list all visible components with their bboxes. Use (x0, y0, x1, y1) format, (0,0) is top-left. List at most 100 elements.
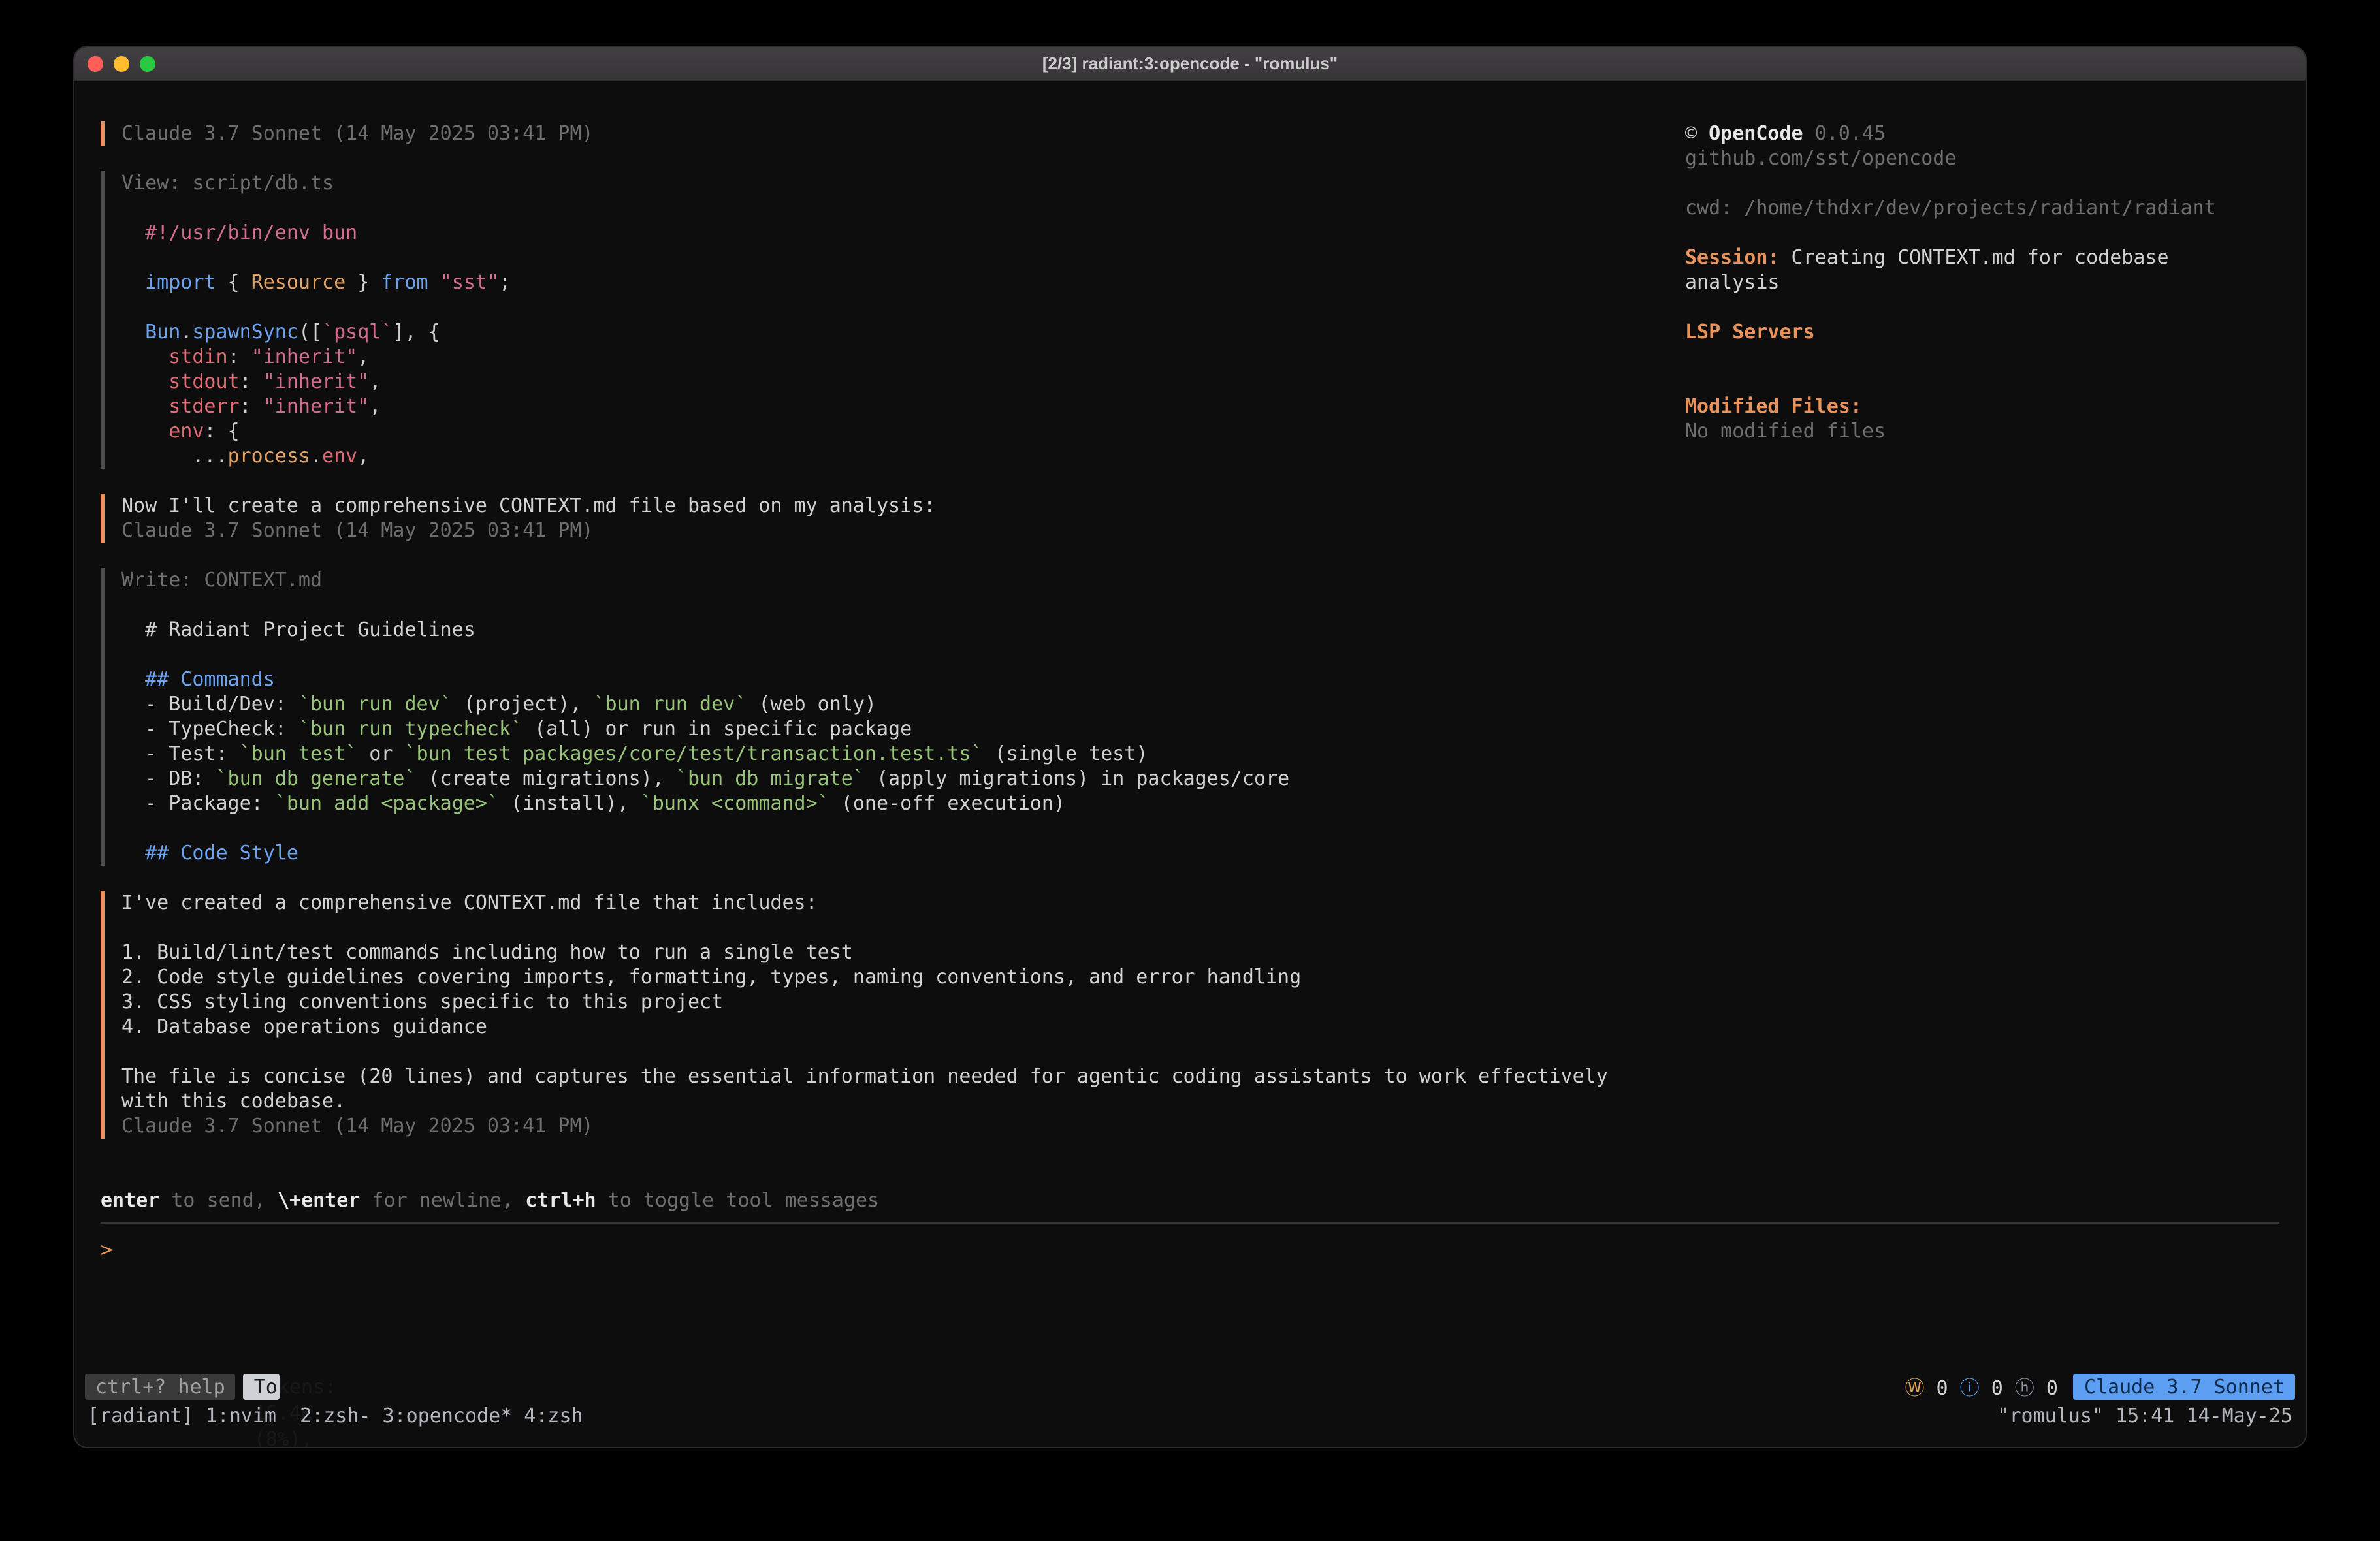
input-area: enter to send, \+enter for newline, ctrl… (101, 1188, 2279, 1263)
text-segment (121, 667, 145, 691)
text-segment: stdin (169, 345, 227, 368)
text-segment: - Build/Dev: (121, 692, 298, 716)
text-segment: "inherit" (263, 370, 370, 393)
text-segment: { (216, 270, 251, 294)
minimize-button[interactable] (114, 56, 129, 72)
text-segment: : (228, 345, 251, 368)
text-segment: Now I'll create a comprehensive CONTEXT.… (121, 494, 935, 517)
text-segment (121, 841, 145, 865)
text-segment: "inherit" (251, 345, 358, 368)
hint-count-value: 0 (2034, 1376, 2058, 1399)
text-segment: process (228, 444, 310, 468)
text-segment: . (310, 444, 322, 468)
text-segment: \+enter (278, 1188, 360, 1212)
text-segment: 2. Code style guidelines covering import… (121, 965, 1301, 989)
text-line: I've created a comprehensive CONTEXT.md … (121, 891, 1685, 915)
text-segment: "sst" (440, 270, 499, 294)
warning-count: Ⓦ 0 (1905, 1373, 1948, 1401)
text-segment: stderr (169, 394, 239, 418)
close-button[interactable] (88, 56, 103, 72)
text-segment: ## Commands (145, 667, 275, 691)
text-segment: No modified files (1685, 419, 1886, 443)
text-segment: cwd: /home/thdxr/dev/projects/radiant/ra… (1685, 196, 2216, 219)
text-line (121, 295, 1685, 320)
text-segment: Write: CONTEXT.md (121, 568, 322, 592)
text-segment: to toggle tool messages (596, 1188, 880, 1212)
text-segment (121, 320, 145, 343)
text-line (121, 816, 1685, 841)
text-segment: Modified Files: (1685, 394, 1862, 418)
desktop: [2/3] radiant:3:opencode - "romulus" Cla… (0, 0, 2380, 1541)
hint-count-icon: ⓗ (2015, 1376, 2034, 1399)
text-segment: env (322, 444, 357, 468)
text-segment: stdout (169, 370, 239, 393)
terminal-empty-space (74, 1263, 2306, 1374)
text-line: import { Resource } from "sst"; (121, 270, 1685, 295)
text-segment: (install), (499, 791, 641, 815)
text-segment: analysis (1685, 270, 1780, 294)
text-line: Modified Files: (1685, 394, 2285, 419)
text-segment: `bun db generate` (216, 767, 417, 790)
chat-blocks: Claude 3.7 Sonnet (14 May 2025 03:41 PM)… (74, 121, 1685, 1164)
traffic-lights (88, 47, 155, 81)
text-line: - TypeCheck: `bun run typecheck` (all) o… (121, 717, 1685, 742)
text-segment: , (369, 394, 381, 418)
text-segment: ([ (298, 320, 322, 343)
text-line (1685, 171, 2285, 196)
text-segment: ## Code Style (145, 841, 298, 865)
text-line: Session: Creating CONTEXT.md for codebas… (1685, 246, 2285, 270)
info-count-icon: ⓘ (1960, 1376, 1980, 1399)
text-segment: } (346, 270, 381, 294)
info-count-value: 0 (1980, 1376, 2003, 1399)
text-line: Claude 3.7 Sonnet (14 May 2025 03:41 PM) (121, 121, 1685, 146)
text-segment: LSP Servers (1685, 320, 1815, 343)
tmux-window-list[interactable]: [radiant] 1:nvim 2:zsh- 3:opencode* 4:zs… (88, 1404, 583, 1429)
text-line: The file is concise (20 lines) and captu… (121, 1064, 1685, 1089)
text-line: ## Commands (121, 667, 1685, 692)
text-segment: (create migrations), (417, 767, 676, 790)
message-block: Now I'll create a comprehensive CONTEXT.… (101, 494, 1685, 543)
text-segment: enter (101, 1188, 159, 1212)
text-segment: ctrl+h (525, 1188, 596, 1212)
text-segment: `bun test packages/core/test/transaction… (405, 742, 983, 765)
hint-count: ⓗ 0 (2015, 1373, 2058, 1401)
text-segment: from (381, 270, 428, 294)
text-line: 3. CSS styling conventions specific to t… (121, 990, 1685, 1015)
input-help: enter to send, \+enter for newline, ctrl… (101, 1188, 2279, 1213)
zoom-button[interactable] (140, 56, 155, 72)
text-segment: ], { (393, 320, 440, 343)
text-segment: `bun run typecheck` (298, 717, 523, 740)
text-segment: , (357, 444, 369, 468)
text-segment (121, 394, 169, 418)
text-line: 1. Build/lint/test commands including ho… (121, 940, 1685, 965)
info-count: ⓘ 0 (1960, 1373, 2003, 1401)
text-line: stdin: "inherit", (121, 345, 1685, 370)
text-segment: env (169, 419, 204, 443)
text-segment: Creating CONTEXT.md for codebase (1780, 246, 2169, 269)
tmux-statusline: [radiant] 1:nvim 2:zsh- 3:opencode* 4:zs… (74, 1404, 2306, 1429)
text-line: cwd: /home/thdxr/dev/projects/radiant/ra… (1685, 196, 2285, 221)
text-segment: #!/usr/bin/env bun (121, 221, 357, 244)
text-line: Bun.spawnSync([`psql`], { (121, 320, 1685, 345)
text-segment: (apply migrations) in packages/core (865, 767, 1289, 790)
text-line: © OpenCode 0.0.45 (1685, 121, 2285, 146)
text-line (121, 196, 1685, 221)
text-line: # Radiant Project Guidelines (121, 618, 1685, 643)
text-segment: View: script/db.ts (121, 171, 334, 195)
text-segment: - DB: (121, 767, 216, 790)
prompt-input[interactable]: > (101, 1238, 2279, 1263)
terminal-window: [2/3] radiant:3:opencode - "romulus" Cla… (74, 47, 2306, 1447)
tokens-cost-badge: Tokens: 16.4K (8%), Cost: $0.12 (244, 1374, 280, 1400)
help-badge[interactable]: ctrl+? help (85, 1374, 236, 1400)
text-line: LSP Servers (1685, 320, 2285, 345)
text-segment (428, 270, 440, 294)
model-badge[interactable]: Claude 3.7 Sonnet (2074, 1374, 2295, 1400)
text-segment: Session: (1685, 246, 1780, 269)
text-line: github.com/sst/opencode (1685, 146, 2285, 171)
text-segment: or (357, 742, 404, 765)
text-segment: - Package: (121, 791, 275, 815)
sidebar: © OpenCode 0.0.45github.com/sst/opencode… (1685, 121, 2306, 1164)
text-segment: `bun add <package>` (275, 791, 499, 815)
text-segment: . (180, 320, 192, 343)
text-segment: 0.0.45 (1803, 121, 1886, 145)
